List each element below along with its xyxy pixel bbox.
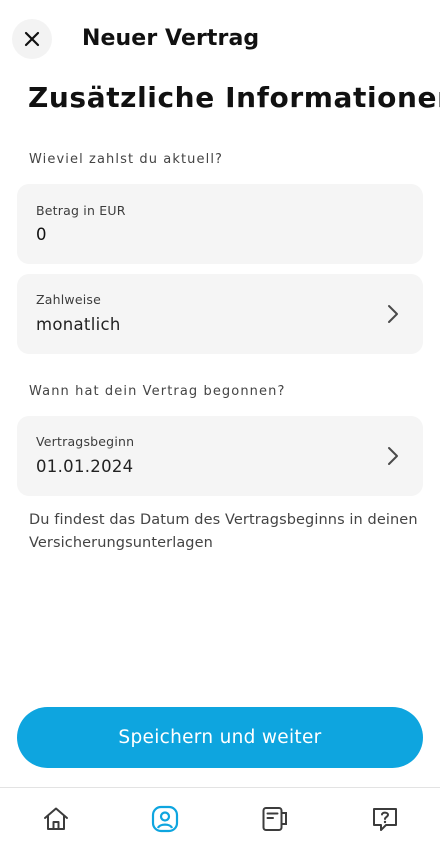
profile-icon <box>151 805 179 833</box>
contract-start-label: Vertragsbeginn <box>36 434 135 449</box>
payment-frequency-label: Zahlweise <box>36 292 102 307</box>
tab-contracts[interactable] <box>260 804 290 834</box>
contract-start-field[interactable]: Vertragsbeginn 01.01.2024 <box>17 416 423 496</box>
tab-help[interactable] <box>370 804 400 834</box>
contracts-icon <box>262 807 287 831</box>
help-icon <box>373 808 397 831</box>
start-question-label: Wann hat dein Vertrag begonnen? <box>29 384 286 399</box>
tab-home[interactable] <box>41 804 71 834</box>
payment-frequency-field[interactable]: Zahlweise monatlich <box>17 274 423 354</box>
bottom-tab-bar <box>0 787 440 867</box>
contract-start-hint: Du findest das Datum des Vertragsbeginns… <box>29 512 418 551</box>
home-icon <box>44 807 68 830</box>
close-icon <box>24 31 40 47</box>
close-button[interactable] <box>12 19 52 59</box>
amount-field-label: Betrag in EUR <box>36 203 126 218</box>
chevron-right-icon <box>388 447 398 465</box>
amount-question-label: Wieviel zahlst du aktuell? <box>29 152 224 167</box>
contract-start-value: 01.01.2024 <box>36 457 134 476</box>
payment-frequency-value: monatlich <box>36 315 121 334</box>
save-and-continue-button[interactable]: Speichern und weiter <box>17 707 423 768</box>
page-title: Zusätzliche Informationen <box>28 81 440 114</box>
amount-field-value[interactable]: 0 <box>36 224 47 246</box>
chevron-right-icon <box>388 305 398 323</box>
header-title: Neuer Vertrag <box>82 26 260 51</box>
tab-profile[interactable] <box>150 804 180 834</box>
amount-field[interactable]: Betrag in EUR 0 <box>17 184 423 264</box>
